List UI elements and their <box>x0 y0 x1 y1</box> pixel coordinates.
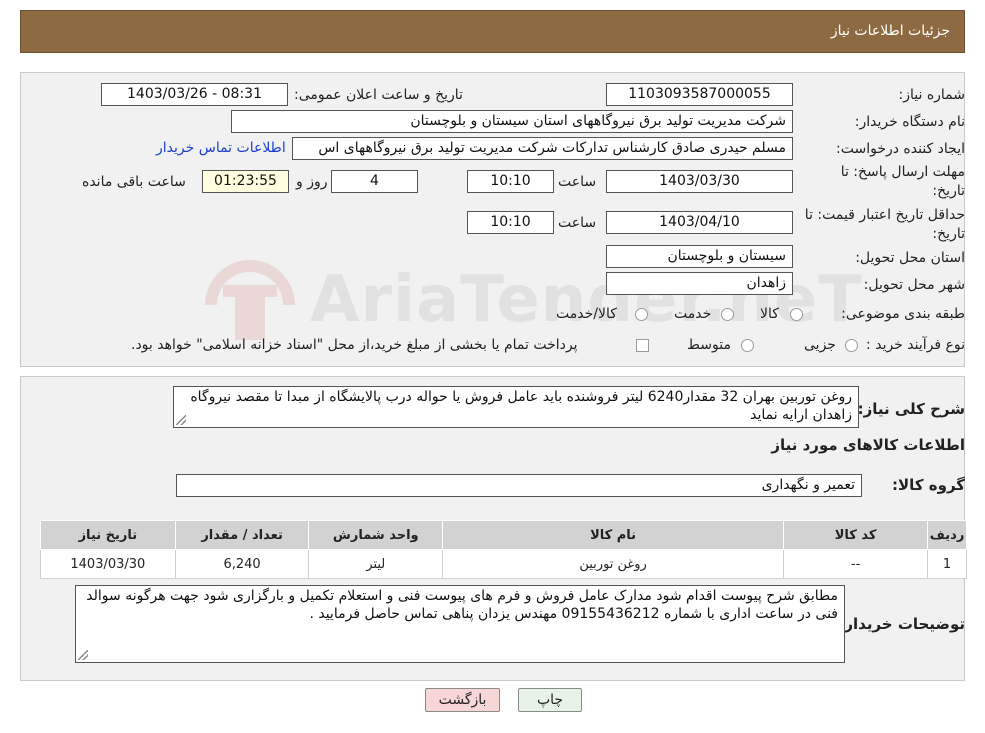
treasury-checkbox[interactable] <box>636 339 649 352</box>
cell-need-date: 1403/03/30 <box>40 549 176 579</box>
col-quantity: تعداد / مقدار <box>174 520 310 550</box>
cell-item-code: -- <box>783 549 929 579</box>
col-need-date: تاریخ نیاز <box>40 520 176 550</box>
col-unit: واحد شمارش <box>308 520 444 550</box>
cell-row-number: 1 <box>927 549 967 579</box>
city-field: زاهدان <box>606 272 793 295</box>
page-title: جزئیات اطلاعات نیاز <box>830 23 950 39</box>
back-button[interactable]: بازگشت <box>425 688 500 712</box>
validity-time-field: 10:10 <box>467 211 554 234</box>
buyer-notes-textarea[interactable]: مطابق شرح پیوست اقدام شود مدارک عامل فرو… <box>75 585 845 663</box>
category-radio-goods-service[interactable] <box>635 308 648 321</box>
deadline-date-field: 1403/03/30 <box>606 170 793 193</box>
buyer-org-label: نام دستگاه خریدار: <box>854 114 965 130</box>
items-table-wrap: ردیف کد کالا نام کالا واحد شمارش تعداد /… <box>40 520 967 579</box>
validity-date-field: 1403/04/10 <box>606 211 793 234</box>
buyer-notes-text: مطابق شرح پیوست اقدام شود مدارک عامل فرو… <box>86 588 838 622</box>
resize-grip-icon[interactable] <box>78 650 88 660</box>
cell-quantity: 6,240 <box>174 549 310 579</box>
deadline-label-date: تاریخ: <box>932 183 965 199</box>
validity-label: حداقل تاریخ اعتبار قیمت: تا <box>804 207 965 223</box>
days-field: 4 <box>331 170 418 193</box>
process-option-minor: جزیی <box>804 337 836 353</box>
deadline-label: مهلت ارسال پاسخ: تا <box>840 164 965 180</box>
need-number-label: شماره نیاز: <box>898 87 966 103</box>
deadline-time-label: ساعت <box>558 174 597 190</box>
province-label: استان محل تحویل: <box>855 250 965 266</box>
process-radio-minor[interactable] <box>845 339 858 352</box>
process-radio-medium[interactable] <box>741 339 754 352</box>
page-header: جزئیات اطلاعات نیاز <box>20 10 965 53</box>
summary-text: روغن توربین بهران 32 مقدار6240 لیتر فروش… <box>190 389 852 423</box>
col-item-code: کد کالا <box>783 520 929 550</box>
table-header-row: ردیف کد کالا نام کالا واحد شمارش تعداد /… <box>40 520 967 550</box>
validity-time-label: ساعت <box>558 215 597 231</box>
announce-field: 1403/03/26 - 08:31 <box>101 83 288 106</box>
goods-group-field: تعمیر و نگهداری <box>176 474 862 497</box>
buyer-contact-link[interactable]: اطلاعات تماس خریدار <box>156 140 286 156</box>
process-option-medium: متوسط <box>687 337 731 353</box>
creator-label: ایجاد کننده درخواست: <box>836 141 965 157</box>
remaining-time-field: 01:23:55 <box>202 170 289 193</box>
table-row: 1 -- روغن توربین لیتر 6,240 1403/03/30 <box>40 549 967 579</box>
city-label: شهر محل تحویل: <box>863 277 965 293</box>
days-label: روز و <box>296 174 328 190</box>
category-option-service: خدمت <box>674 306 712 322</box>
process-label: نوع فرآیند خرید : <box>866 337 965 353</box>
remaining-label: ساعت باقی مانده <box>82 174 186 190</box>
payment-note: پرداخت تمام یا بخشی از مبلغ خرید،از محل … <box>131 337 578 353</box>
creator-field: مسلم حیدری صادق کارشناس تدارکات شرکت مدی… <box>292 137 793 160</box>
category-option-goods-service: کالا/خدمت <box>556 306 617 322</box>
cell-item-name: روغن توربین <box>442 549 785 579</box>
summary-textarea[interactable]: روغن توربین بهران 32 مقدار6240 لیتر فروش… <box>173 386 859 428</box>
category-label: طبقه بندی موضوعی: <box>841 306 965 322</box>
summary-label: شرح کلی نیاز: <box>857 400 965 418</box>
goods-group-label: گروه کالا: <box>892 476 965 494</box>
col-item-name: نام کالا <box>442 520 785 550</box>
print-button[interactable]: چاپ <box>518 688 582 712</box>
goods-info-title: اطلاعات کالاهای مورد نیاز <box>771 436 965 454</box>
category-option-goods: کالا <box>760 306 779 322</box>
col-row-number: ردیف <box>927 520 967 550</box>
cell-unit: لیتر <box>308 549 444 579</box>
resize-grip-icon[interactable] <box>176 415 186 425</box>
province-field: سیستان و بلوچستان <box>606 245 793 268</box>
buyer-org-field: شرکت مدیریت تولید برق نیروگاههای استان س… <box>231 110 793 133</box>
deadline-time-field: 10:10 <box>467 170 554 193</box>
validity-label-date: تاریخ: <box>932 226 965 242</box>
buyer-notes-label: توضیحات خریدار: <box>838 615 965 633</box>
category-radio-service[interactable] <box>721 308 734 321</box>
announce-label: تاریخ و ساعت اعلان عمومی: <box>294 87 463 103</box>
need-number-field: 1103093587000055 <box>606 83 793 106</box>
items-table: ردیف کد کالا نام کالا واحد شمارش تعداد /… <box>40 520 967 579</box>
category-radio-goods[interactable] <box>790 308 803 321</box>
